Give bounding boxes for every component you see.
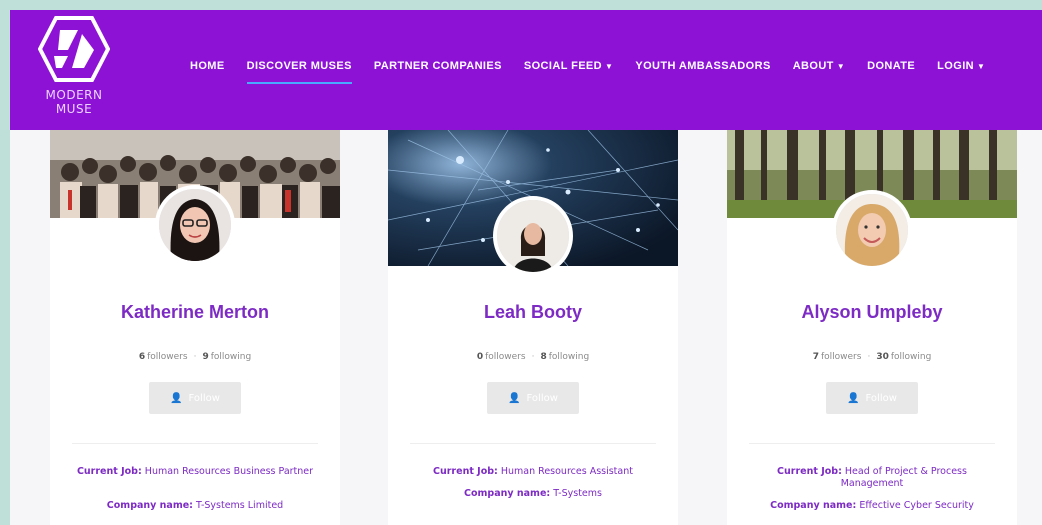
following-count: 8 [540,352,547,362]
company-value: Effective Cyber Security [859,500,974,511]
company-name: Company name: T-Systems Limited [70,500,320,512]
follow-label: Follow [188,392,220,404]
job-value: Human Resources Business Partner [144,466,314,477]
nav-partner-companies[interactable]: PARTNER COMPANIES [374,60,502,78]
followers-label: followers [147,352,188,362]
follow-button[interactable]: 👤 Follow [826,382,918,414]
avatar[interactable] [832,190,912,270]
user-icon: 👤 [847,392,860,404]
following-label: following [210,352,252,362]
following-label: following [548,352,590,362]
modern-muse-logo-icon [38,16,110,82]
follow-stats: 0 followers · 8 following [476,352,590,362]
job-label: Current Job: [777,466,842,477]
nav-discover-muses[interactable]: DISCOVER MUSES [246,60,353,84]
avatar[interactable] [155,185,235,265]
followers-count: 6 [138,352,146,362]
current-job: Current Job: Head of Project & Process M… [747,466,997,490]
current-job: Current Job: Human Resources Assistant [408,466,658,478]
nav-login[interactable]: LOGIN ▼ [937,60,985,78]
muse-name[interactable]: Katherine Merton [50,302,340,323]
job-value: Human Resources Assistant [500,466,633,477]
muse-name[interactable]: Leah Booty [388,302,678,323]
divider [72,443,318,444]
caret-down-icon: ▼ [977,62,986,71]
avatar[interactable] [493,196,573,276]
company-label: Company name: [770,500,857,511]
follow-stats: 7 followers · 30 following [812,352,932,362]
following-count: 30 [876,352,889,362]
company-value: T-Systems [553,488,602,499]
company-label: Company name: [464,488,551,499]
nav-donate[interactable]: DONATE [867,60,915,78]
nav-home[interactable]: HOME [190,60,225,78]
follow-button[interactable]: 👤 Follow [487,382,579,414]
followers-count: 0 [476,352,484,362]
following-label: following [890,352,932,362]
nav-youth-ambassadors[interactable]: YOUTH AMBASSADORS [635,60,770,78]
divider [749,443,995,444]
caret-down-icon: ▼ [836,62,846,71]
nav-social-feed[interactable]: SOCIAL FEED ▼ [524,60,613,78]
brand-logo[interactable]: MODERN MUSE [34,16,114,124]
muse-card-leah-booty[interactable]: Leah Booty 0 followers · 8 following 👤 Follow… [388,130,678,525]
page-frame: Katherine Merton 6 followers · 9 following 👤… [10,10,1042,525]
following-count: 9 [202,352,209,362]
caret-down-icon: ▼ [605,62,614,71]
muse-name[interactable]: Alyson Umpleby [727,302,1017,323]
follow-label: Follow [865,392,897,404]
muse-card-katherine-merton[interactable]: Katherine Merton 6 followers · 9 following 👤… [50,130,340,525]
job-label: Current Job: [433,466,498,477]
user-icon: 👤 [170,392,183,404]
brand-name: MODERN MUSE [45,88,103,116]
follow-stats: 6 followers · 9 following [138,352,252,362]
follow-label: Follow [526,392,558,404]
followers-label: followers [820,352,862,362]
top-navigation-bar: MODERN MUSE HOME DISCOVER MUSES PARTNER … [10,10,1042,130]
nav-about[interactable]: ABOUT ▼ [793,60,845,78]
job-value: Head of Project & Process Management [840,466,967,489]
user-icon: 👤 [508,392,521,404]
followers-count: 7 [812,352,819,362]
current-job: Current Job: Human Resources Business Pa… [70,466,320,478]
company-name: Company name: Effective Cyber Security [747,500,997,512]
company-value: T-Systems Limited [196,500,284,511]
followers-label: followers [485,352,526,362]
job-label: Current Job: [76,466,142,477]
company-name: Company name: T-Systems [408,488,658,500]
main-nav: HOME DISCOVER MUSES PARTNER COMPANIES SO… [190,60,1007,84]
company-label: Company name: [106,500,193,511]
muse-card-alyson-umpleby[interactable]: Alyson Umpleby 7 followers · 30 following 👤 F… [727,130,1017,525]
follow-button[interactable]: 👤 Follow [149,382,241,414]
divider [410,443,656,444]
